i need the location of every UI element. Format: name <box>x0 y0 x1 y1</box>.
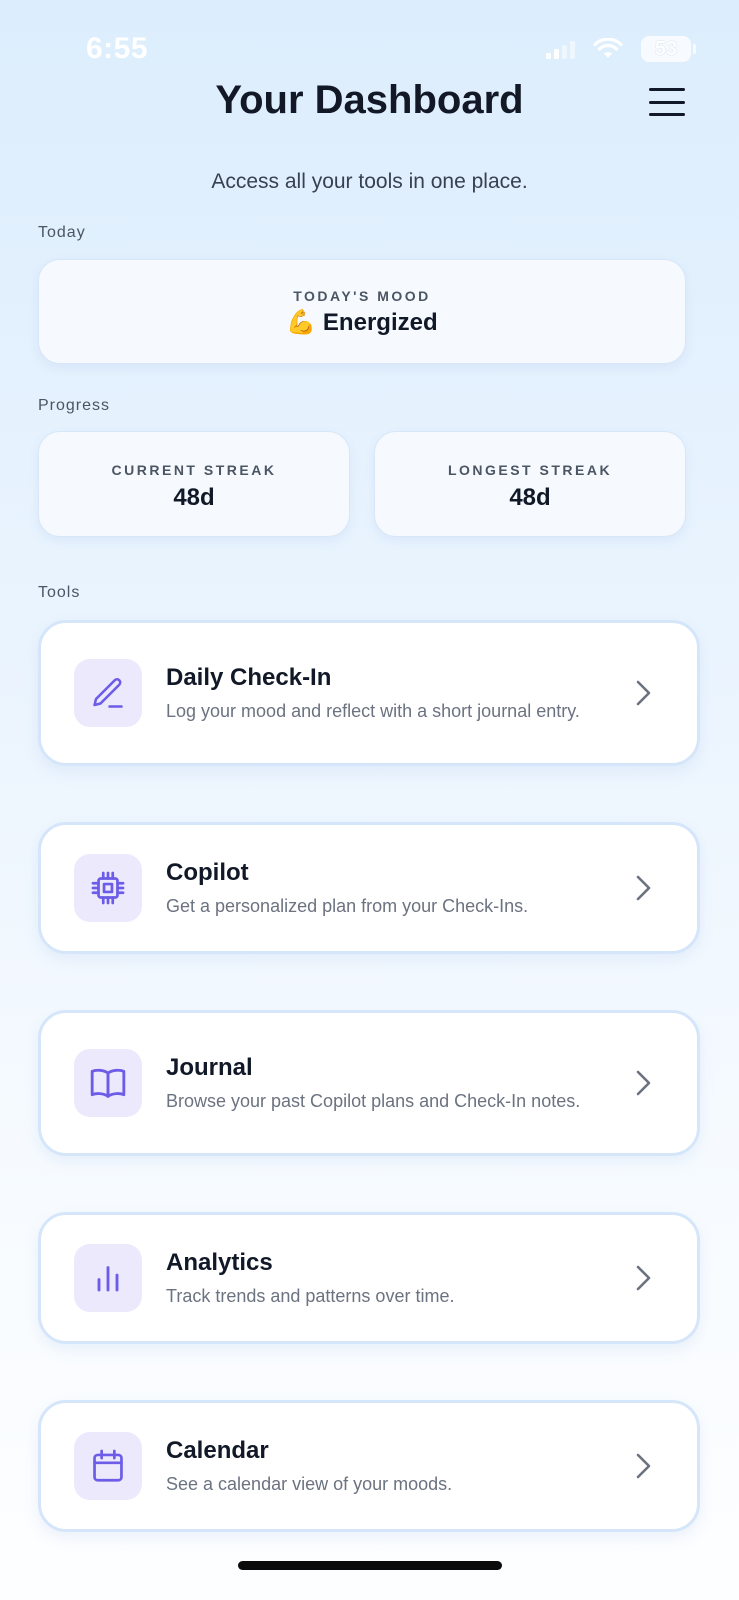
battery-level: 53 <box>654 37 678 60</box>
tool-title: Daily Check-In <box>166 663 332 691</box>
chevron-right-icon <box>636 1070 651 1096</box>
tool-card-analytics[interactable]: Analytics Track trends and patterns over… <box>38 1212 700 1344</box>
calendar-icon <box>74 1432 142 1500</box>
book-open-icon <box>74 1049 142 1117</box>
chevron-right-icon <box>636 1453 651 1479</box>
battery-icon: 53 <box>641 36 696 62</box>
tool-description: Get a personalized plan from your Check-… <box>166 895 529 916</box>
section-label-progress: Progress <box>38 397 111 414</box>
pencil-icon <box>74 659 142 727</box>
home-indicator[interactable] <box>237 1561 502 1570</box>
todays-mood-card: TODAY'S MOOD 💪 Energized <box>38 259 686 364</box>
longest-streak-card: LONGEST STREAK 48d <box>374 431 686 537</box>
page-subtitle: Access all your tools in one place. <box>211 170 528 193</box>
section-label-tools: Tools <box>38 584 81 601</box>
tool-description: Log your mood and reflect with a short j… <box>166 700 580 721</box>
mood-emoji: 💪 <box>286 309 317 336</box>
longest-streak-value: 48d <box>509 484 551 511</box>
tool-card-calendar[interactable]: Calendar See a calendar view of your moo… <box>38 1400 700 1532</box>
bar-chart-icon <box>74 1244 142 1312</box>
mood-value: Energized <box>322 309 438 336</box>
tool-card-daily-check-in[interactable]: Daily Check-In Log your mood and reflect… <box>38 620 700 766</box>
tool-title: Journal <box>166 1053 253 1081</box>
tool-description: Track trends and patterns over time. <box>166 1285 455 1306</box>
hamburger-menu-icon[interactable] <box>649 88 685 116</box>
tool-title: Calendar <box>166 1436 269 1464</box>
chevron-right-icon <box>636 680 651 706</box>
status-time: 6:55 <box>86 32 149 65</box>
chevron-right-icon <box>636 1265 651 1291</box>
tool-card-copilot[interactable]: Copilot Get a personalized plan from you… <box>38 822 700 954</box>
tool-description: Browse your past Copilot plans and Check… <box>166 1090 581 1111</box>
status-icons: 53 <box>546 36 696 62</box>
section-label-today: Today <box>38 224 86 241</box>
status-bar: 6:55 53 <box>0 0 739 90</box>
tool-card-journal[interactable]: Journal Browse your past Copilot plans a… <box>38 1010 700 1156</box>
wifi-icon <box>593 38 623 58</box>
current-streak-card: CURRENT STREAK 48d <box>38 431 350 537</box>
tool-title: Analytics <box>166 1248 273 1276</box>
tool-description: See a calendar view of your moods. <box>166 1473 453 1494</box>
page-title: Your Dashboard <box>215 78 524 122</box>
current-streak-label: CURRENT STREAK <box>111 462 277 478</box>
cellular-signal-icon <box>546 39 575 59</box>
chevron-right-icon <box>636 875 651 901</box>
tool-title: Copilot <box>166 858 249 886</box>
current-streak-value: 48d <box>173 484 215 511</box>
longest-streak-label: LONGEST STREAK <box>447 462 613 478</box>
mood-label: TODAY'S MOOD <box>293 288 431 304</box>
mood-display: 💪 Energized <box>39 308 685 337</box>
cpu-chip-icon <box>74 854 142 922</box>
